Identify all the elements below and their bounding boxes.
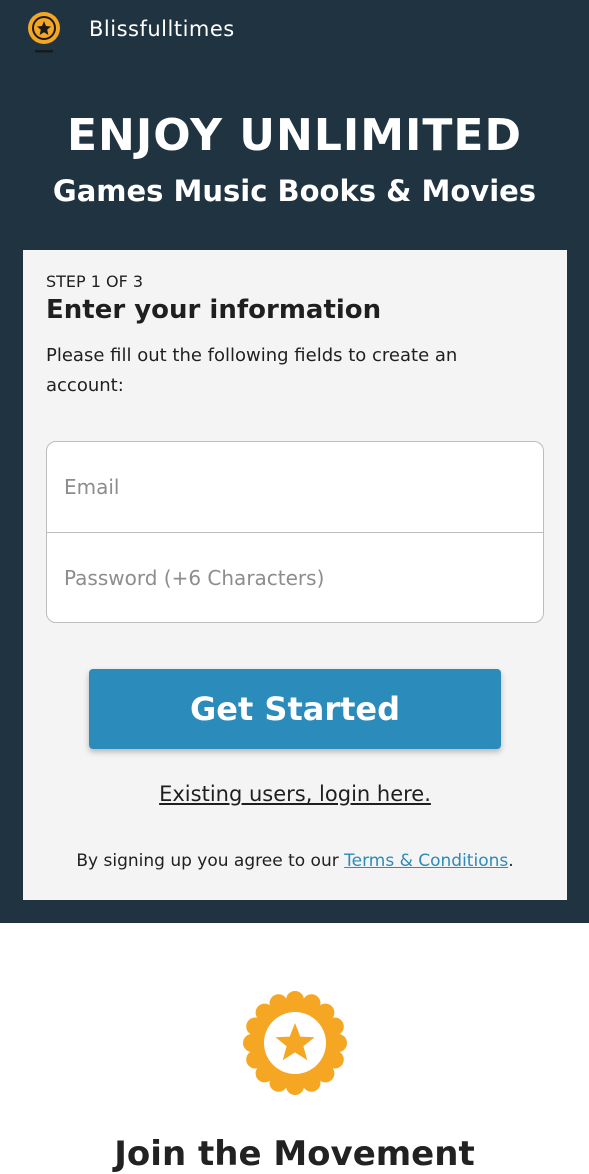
brand-bar: Blissfulltimes [0,0,589,62]
hero-header: Blissfulltimes ENJOY UNLIMITED Games Mus… [0,0,589,923]
get-started-button[interactable]: Get Started [89,669,501,749]
signup-card: STEP 1 OF 3 Enter your information Pleas… [23,250,567,900]
form-description: Please fill out the following fields to … [46,345,458,396]
terms-prefix: By signing up you agree to our [76,851,345,871]
credentials-field-group [46,441,544,623]
hero-subtitle: Games Music Books & Movies [52,174,537,208]
movement-title: Join the Movement [114,1134,475,1174]
terms-conditions-link[interactable]: Terms & Conditions [344,851,508,871]
existing-users-login-link[interactable]: Existing users, login here. [23,782,567,806]
brand-name[interactable]: Blissfulltimes [89,17,235,41]
step-indicator: STEP 1 OF 3 [46,272,144,291]
hero-title: ENJOY UNLIMITED [67,110,522,161]
email-field[interactable] [47,442,543,532]
star-medal-icon[interactable] [25,10,63,54]
password-field[interactable] [47,533,543,622]
terms-suffix: . [508,851,514,871]
star-badge-icon [243,991,347,1095]
form-title: Enter your information [46,295,382,325]
terms-notice: By signing up you agree to our Terms & C… [23,851,567,871]
